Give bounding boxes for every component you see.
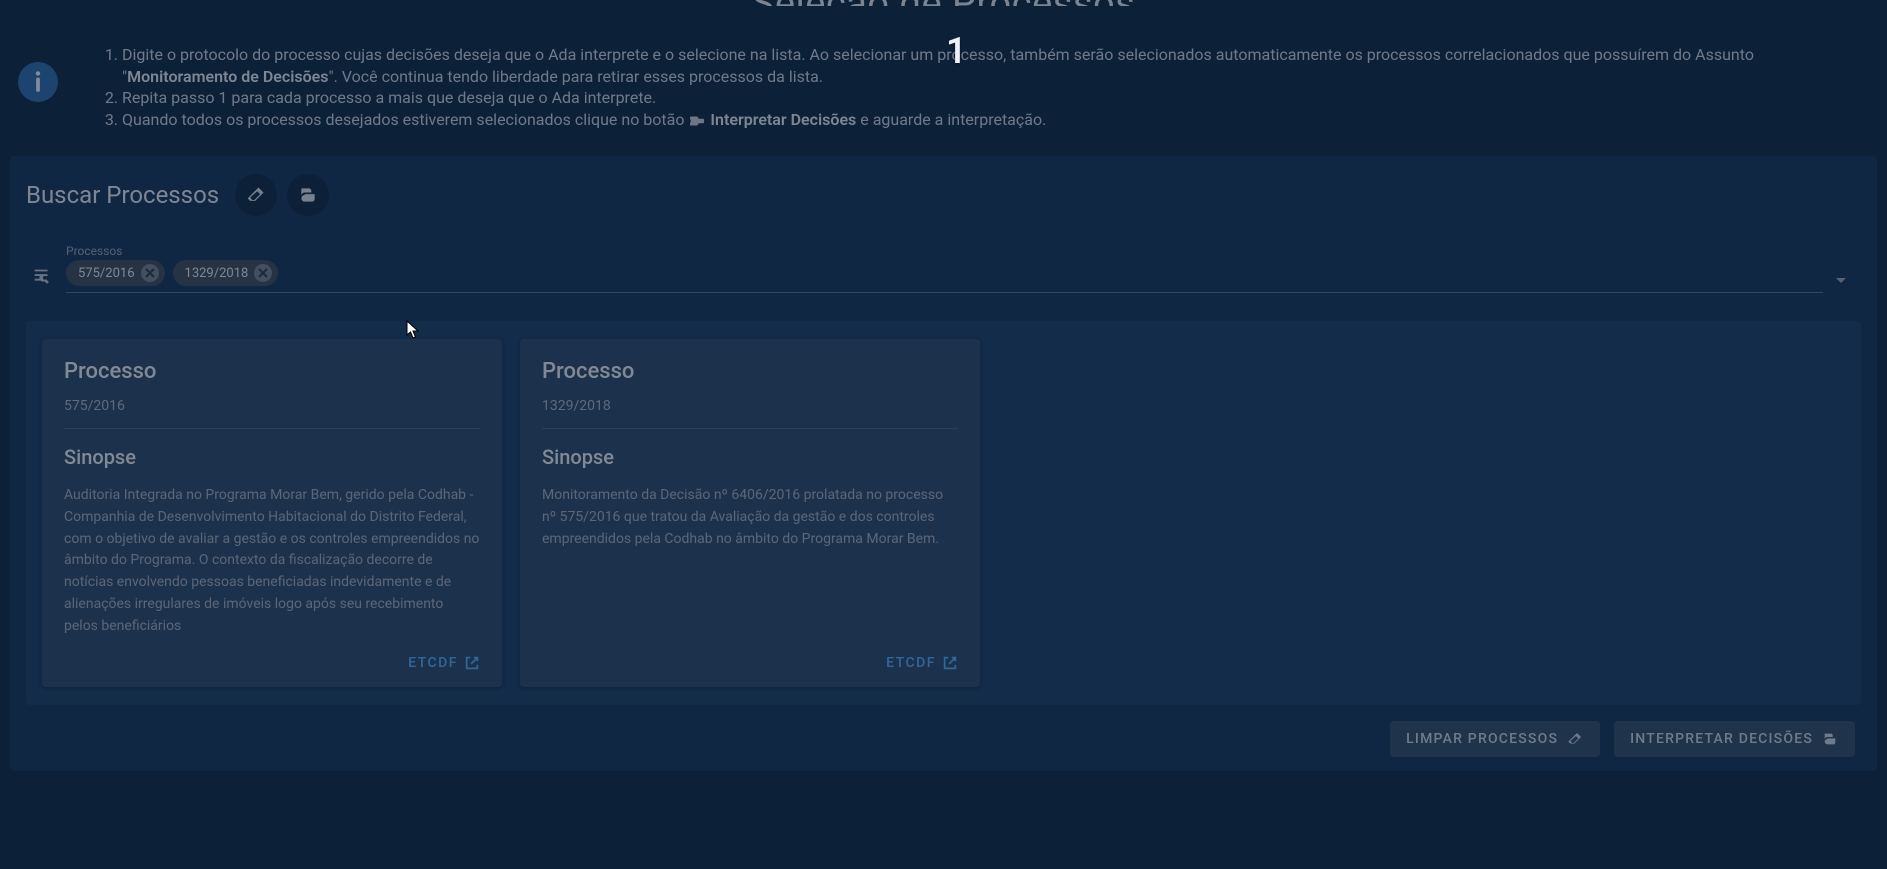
clear-processes-button[interactable]: LIMPAR PROCESSOS — [1390, 721, 1600, 757]
card-synopsis-text: Monitoramento da Decisão nº 6406/2016 pr… — [542, 485, 958, 637]
info-icon — [18, 62, 58, 102]
chip-remove-button[interactable] — [254, 264, 272, 282]
external-link-icon — [942, 655, 958, 671]
card-process-number: 575/2016 — [64, 398, 480, 414]
button-label: INTERPRETAR DECISÕES — [1630, 731, 1813, 747]
search-panel: Buscar Processos Processos 575/2016 1329… — [10, 156, 1877, 771]
etcdf-link[interactable]: ETCDF — [408, 655, 480, 671]
button-label: LIMPAR PROCESSOS — [1406, 731, 1558, 747]
card-synopsis-label: Sinopse — [64, 445, 480, 469]
field-label: Processos — [66, 244, 1823, 258]
instruction-step: Digite o protocolo do processo cujas dec… — [122, 44, 1869, 87]
process-card: Processo 575/2016 Sinopse Auditoria Inte… — [42, 339, 502, 687]
instructions-list: Digite o protocolo do processo cujas dec… — [82, 44, 1869, 130]
search-field-row: Processos 575/2016 1329/2018 — [26, 234, 1861, 297]
panel-title: Buscar Processos — [26, 181, 219, 209]
processos-field[interactable]: Processos 575/2016 1329/2018 — [66, 244, 1823, 293]
process-chip[interactable]: 1329/2018 — [173, 260, 279, 286]
etcdf-link-label: ETCDF — [886, 655, 936, 671]
dropdown-toggle[interactable] — [1835, 277, 1853, 293]
interpret-icon-button[interactable] — [287, 174, 329, 216]
external-link-icon — [464, 655, 480, 671]
interpret-icon — [298, 185, 318, 205]
etcdf-link-label: ETCDF — [408, 655, 458, 671]
search-list-icon — [30, 265, 54, 293]
card-header: Processo — [542, 359, 958, 384]
chip-remove-button[interactable] — [141, 264, 159, 282]
chevron-down-icon — [1835, 277, 1847, 285]
panel-header: Buscar Processos — [26, 174, 1861, 234]
chip-label: 1329/2018 — [185, 266, 249, 281]
eraser-icon — [1566, 731, 1584, 747]
footer-actions: LIMPAR PROCESSOS INTERPRETAR DECISÕES — [26, 721, 1861, 757]
chip-row: 575/2016 1329/2018 — [66, 260, 1823, 286]
card-divider — [64, 428, 480, 429]
interpret-decisions-button[interactable]: INTERPRETAR DECISÕES — [1614, 721, 1855, 757]
card-synopsis-label: Sinopse — [542, 445, 958, 469]
instruction-step: Repita passo 1 para cada processo a mais… — [122, 87, 1869, 109]
card-header: Processo — [64, 359, 480, 384]
chip-label: 575/2016 — [78, 266, 135, 281]
instruction-step: Quando todos os processos desejados esti… — [122, 109, 1869, 131]
card-divider — [542, 428, 958, 429]
etcdf-link[interactable]: ETCDF — [886, 655, 958, 671]
close-icon — [258, 268, 268, 278]
interpret-icon — [688, 114, 706, 128]
card-process-number: 1329/2018 — [542, 398, 958, 414]
clear-icon-button[interactable] — [235, 174, 277, 216]
card-synopsis-text: Auditoria Integrada no Programa Morar Be… — [64, 485, 480, 637]
cards-area: Processo 575/2016 Sinopse Auditoria Inte… — [26, 321, 1861, 705]
process-card: Processo 1329/2018 Sinopse Monitoramento… — [520, 339, 980, 687]
instructions-row: Digite o protocolo do processo cujas dec… — [0, 6, 1887, 142]
overlay-step-number: 1 — [946, 30, 967, 72]
process-chip[interactable]: 575/2016 — [66, 260, 165, 286]
close-icon — [145, 268, 155, 278]
interpret-icon — [1821, 731, 1839, 747]
eraser-icon — [246, 185, 266, 205]
